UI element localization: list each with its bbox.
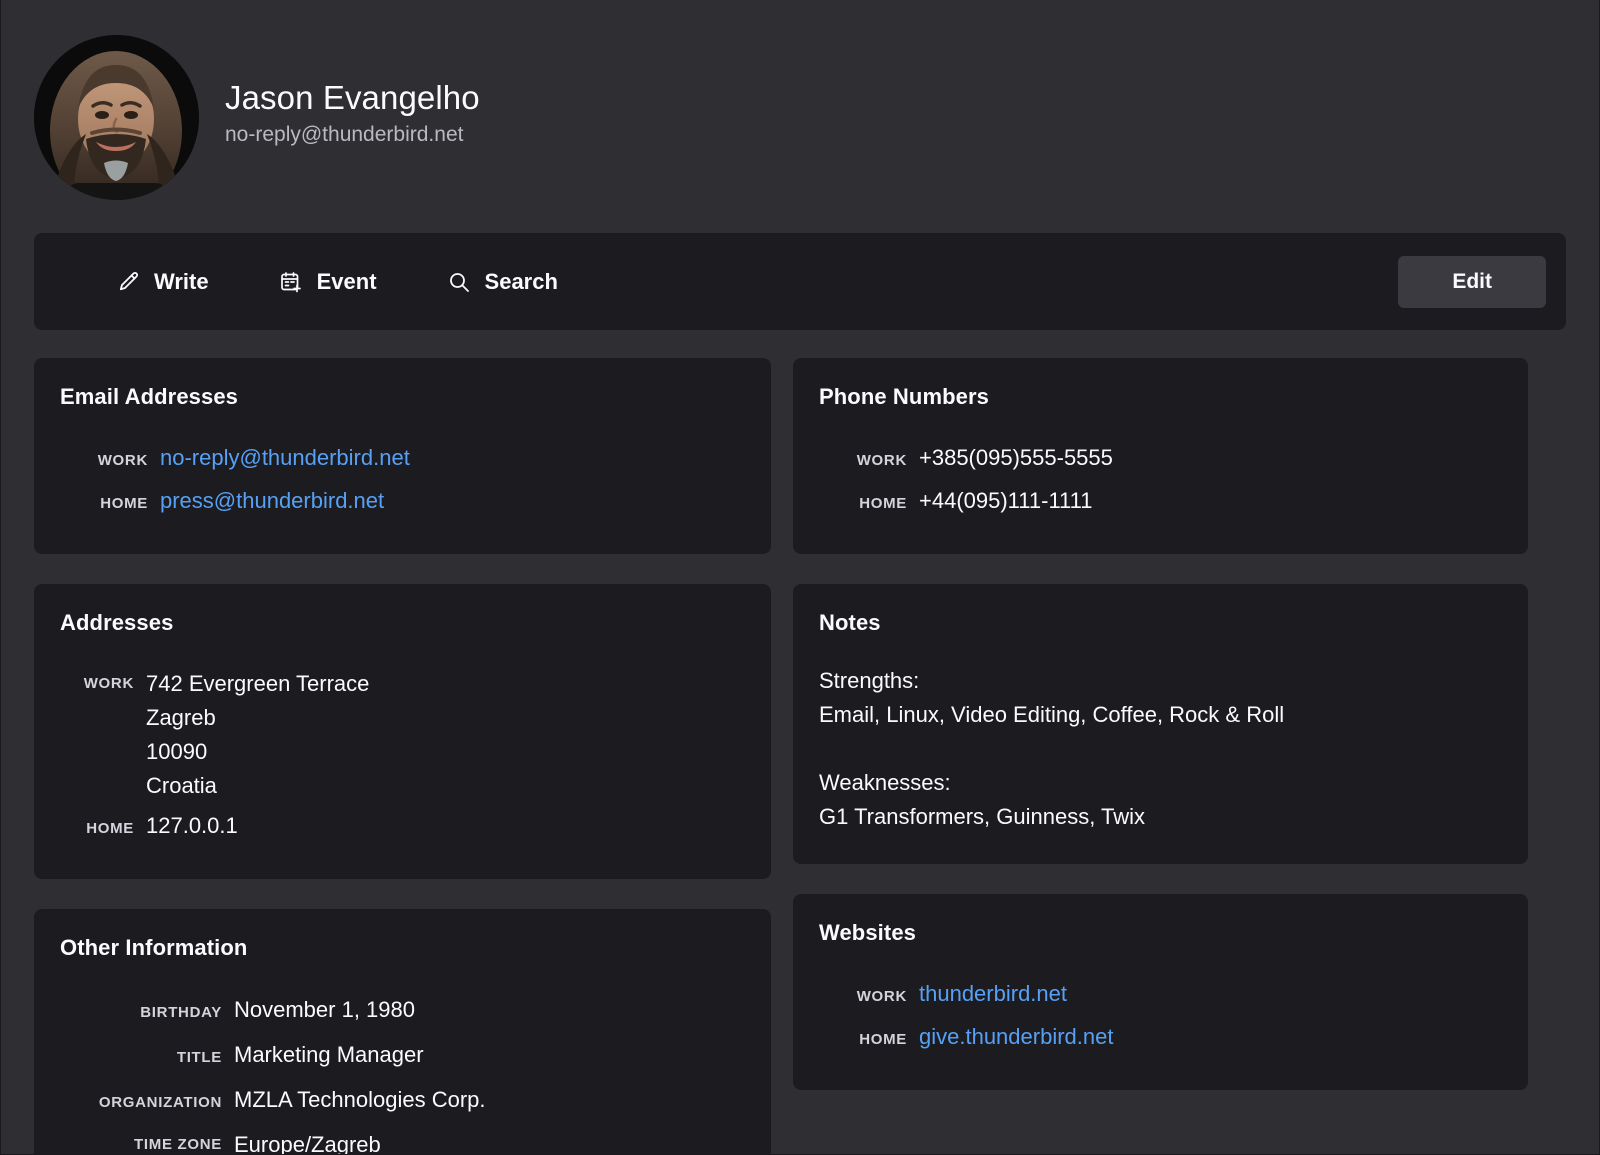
card-title-other-information: Other Information [60, 935, 745, 961]
address-row-value: 742 Evergreen Terrace Zagreb 10090 Croat… [146, 667, 369, 803]
website-row-label: HOME [833, 1023, 907, 1057]
other-information-row-label: ORGANIZATION [62, 1084, 222, 1122]
contact-name: Jason Evangelho [225, 78, 480, 118]
website-row: WORK thunderbird.net [833, 974, 1502, 1017]
card-notes: Notes Strengths: Email, Linux, Video Edi… [793, 584, 1528, 864]
card-title-websites: Websites [819, 920, 1502, 946]
address-row-label: WORK [60, 667, 134, 701]
card-websites: Websites WORK thunderbird.net HOME give.… [793, 894, 1528, 1090]
search-button[interactable]: Search [425, 259, 580, 305]
contact-cards-grid: Email Addresses WORK no-reply@thunderbir… [34, 358, 1566, 1155]
email-rows: WORK no-reply@thunderbird.net HOME press… [60, 438, 745, 524]
other-information-row-label: TIME ZONE [62, 1126, 222, 1155]
phone-row: WORK +385(095)555-5555 [833, 438, 1502, 481]
website-row-value[interactable]: thunderbird.net [919, 977, 1067, 1011]
contact-action-toolbar: Write Event Search [34, 233, 1566, 330]
other-information-row: TIME ZONE Europe/Zagreb Tuesday 9:33 PM [62, 1124, 745, 1155]
other-information-row-value: Marketing Manager [234, 1036, 424, 1074]
other-information-rows: BIRTHDAY November 1, 1980 TITLE Marketin… [60, 989, 745, 1155]
write-button[interactable]: Write [94, 259, 231, 305]
card-title-notes: Notes [819, 610, 1502, 636]
phone-row-label: WORK [833, 444, 907, 478]
right-column: Phone Numbers WORK +385(095)555-5555 HOM… [793, 358, 1528, 1090]
write-label: Write [154, 269, 209, 295]
email-row: HOME press@thunderbird.net [74, 481, 745, 524]
address-rows: WORK 742 Evergreen Terrace Zagreb 10090 … [60, 664, 745, 849]
edit-button[interactable]: Edit [1398, 256, 1546, 308]
contact-header: Jason Evangelho no-reply@thunderbird.net [1, 0, 1599, 200]
contact-primary-email: no-reply@thunderbird.net [225, 122, 480, 147]
event-label: Event [317, 269, 377, 295]
email-row-label: WORK [74, 444, 148, 478]
card-title-phone-numbers: Phone Numbers [819, 384, 1502, 410]
card-title-email-addresses: Email Addresses [60, 384, 745, 410]
website-rows: WORK thunderbird.net HOME give.thunderbi… [819, 974, 1502, 1060]
email-row: WORK no-reply@thunderbird.net [74, 438, 745, 481]
card-phone-numbers: Phone Numbers WORK +385(095)555-5555 HOM… [793, 358, 1528, 554]
other-information-row: BIRTHDAY November 1, 1980 [62, 989, 745, 1034]
phone-rows: WORK +385(095)555-5555 HOME +44(095)111-… [819, 438, 1502, 524]
other-information-row-value: Europe/Zagreb Tuesday 9:33 PM [234, 1126, 406, 1155]
address-row-label: HOME [60, 812, 134, 846]
phone-row-label: HOME [833, 487, 907, 521]
card-addresses: Addresses WORK 742 Evergreen Terrace Zag… [34, 584, 771, 879]
left-column: Email Addresses WORK no-reply@thunderbir… [34, 358, 771, 1155]
website-row-value[interactable]: give.thunderbird.net [919, 1020, 1113, 1054]
address-row: HOME 127.0.0.1 [60, 806, 745, 849]
pencil-icon [116, 270, 140, 294]
address-row: WORK 742 Evergreen Terrace Zagreb 10090 … [60, 664, 745, 806]
phone-row: HOME +44(095)111-1111 [833, 481, 1502, 524]
phone-row-value: +385(095)555-5555 [919, 441, 1113, 475]
search-icon [447, 270, 471, 294]
avatar [34, 35, 199, 200]
address-row-value: 127.0.0.1 [146, 809, 238, 843]
card-other-information: Other Information BIRTHDAY November 1, 1… [34, 909, 771, 1155]
other-information-row-value: MZLA Technologies Corp. [234, 1081, 486, 1119]
email-row-label: HOME [74, 487, 148, 521]
event-button[interactable]: Event [257, 259, 399, 305]
search-label: Search [485, 269, 558, 295]
other-information-row-label: TITLE [62, 1039, 222, 1077]
contact-identity: Jason Evangelho no-reply@thunderbird.net [225, 78, 480, 157]
contact-detail-page: Jason Evangelho no-reply@thunderbird.net… [0, 0, 1600, 1155]
other-information-row: ORGANIZATION MZLA Technologies Corp. [62, 1079, 745, 1124]
calendar-plus-icon [279, 270, 303, 294]
phone-row-value: +44(095)111-1111 [919, 484, 1093, 518]
email-row-value[interactable]: press@thunderbird.net [160, 484, 384, 518]
other-information-row-label: BIRTHDAY [62, 994, 222, 1032]
email-row-value[interactable]: no-reply@thunderbird.net [160, 441, 410, 475]
notes-body: Strengths: Email, Linux, Video Editing, … [819, 664, 1502, 834]
card-email-addresses: Email Addresses WORK no-reply@thunderbir… [34, 358, 771, 554]
card-title-addresses: Addresses [60, 610, 745, 636]
other-information-row: TITLE Marketing Manager [62, 1034, 745, 1079]
website-row: HOME give.thunderbird.net [833, 1017, 1502, 1060]
other-information-row-value: November 1, 1980 [234, 991, 415, 1029]
website-row-label: WORK [833, 980, 907, 1014]
